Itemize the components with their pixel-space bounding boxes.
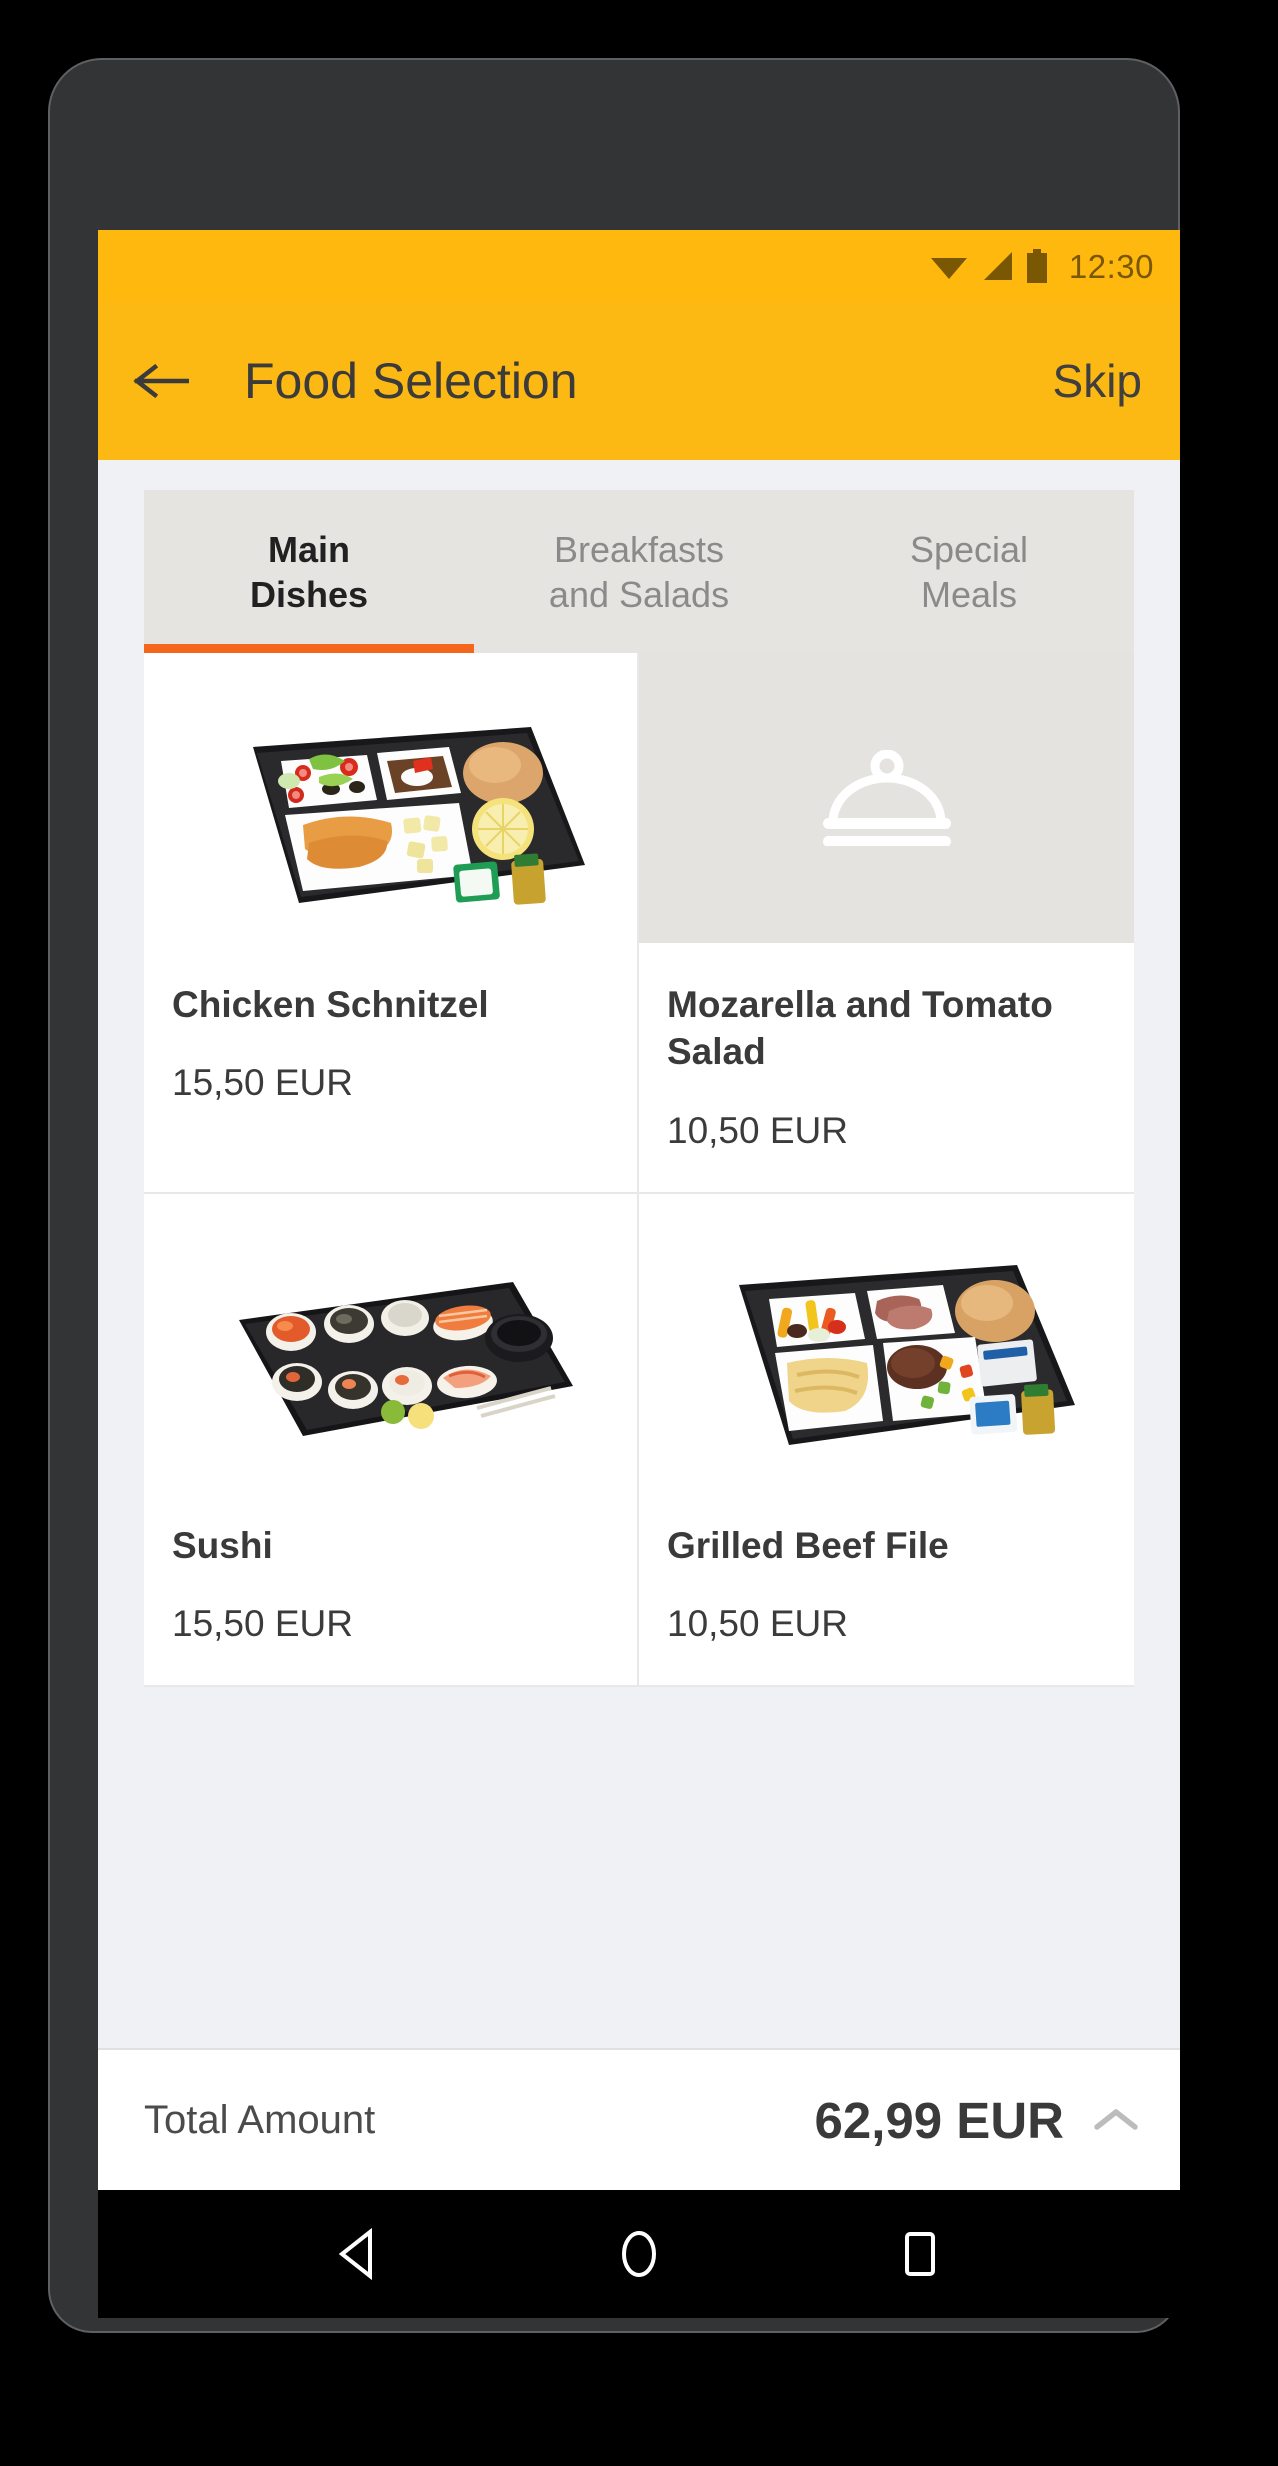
content-area: Main Dishes Breakfasts and Salads Specia… — [98, 460, 1180, 2190]
category-tab-bar: Main Dishes Breakfasts and Salads Specia… — [144, 490, 1134, 653]
tab-breakfasts-and-salads[interactable]: Breakfasts and Salads — [474, 490, 804, 653]
android-nav-bar — [98, 2190, 1180, 2318]
dish-name: Chicken Schnitzel — [172, 984, 489, 1025]
back-arrow-icon[interactable] — [128, 348, 194, 414]
nav-back-triangle-icon[interactable] — [323, 2219, 393, 2289]
tab-label-line1: Main — [267, 528, 350, 570]
tab-label-line2: Meals — [920, 573, 1018, 615]
dish-card[interactable]: Chicken Schnitzel 15,50 EUR — [144, 653, 639, 1194]
dish-price: 15,50 EUR — [172, 1603, 353, 1645]
tab-label-line1: Breakfasts — [553, 528, 725, 570]
tab-main-dishes[interactable]: Main Dishes — [144, 490, 474, 653]
skip-button[interactable]: Skip — [1049, 344, 1146, 418]
airline-meal-tray-beef-photo — [676, 1214, 1097, 1475]
dish-name: Grilled Beef File — [667, 1524, 949, 1566]
dish-price: 10,50 EUR — [667, 1603, 848, 1645]
dish-card[interactable]: Mozarella and Tomato Salad 10,50 EUR — [639, 653, 1134, 1194]
page-title: Food Selection — [244, 353, 578, 409]
sushi-tray-photo — [180, 1219, 601, 1470]
tab-label-line1: Special — [909, 528, 1029, 570]
dish-card[interactable]: Grilled Beef File 10,50 EUR — [639, 1193, 1134, 1688]
dish-name: Mozarella and Tomato Salad — [667, 984, 1053, 1073]
nav-recents-square-icon[interactable] — [885, 2219, 955, 2289]
wifi-icon — [929, 254, 969, 279]
chevron-up-icon[interactable] — [1092, 2096, 1140, 2144]
total-amount-bar[interactable]: Total Amount 62,99 EUR — [98, 2048, 1180, 2190]
dish-grid: Chicken Schnitzel 15,50 EUR Mozarella an… — [144, 653, 1134, 1688]
tab-special-meals[interactable]: Special Meals — [804, 490, 1134, 653]
dish-thumbnail — [639, 1194, 1134, 1484]
tab-label-line2: Dishes — [249, 573, 369, 615]
dish-info: Grilled Beef File 10,50 EUR — [639, 1484, 1134, 1685]
phone-frame: 12:30 Food Selection Skip Main Dishes Br… — [48, 58, 1180, 2333]
dish-price: 10,50 EUR — [667, 1109, 848, 1151]
dish-info: Chicken Schnitzel 15,50 EUR — [144, 943, 637, 1144]
cellular-signal-icon — [982, 250, 1014, 282]
dish-price: 15,50 EUR — [172, 1062, 353, 1104]
dish-info: Mozarella and Tomato Salad 10,50 EUR — [639, 943, 1134, 1192]
battery-icon — [1026, 249, 1047, 283]
app-bar: Food Selection Skip — [98, 302, 1180, 460]
status-clock: 12:30 — [1068, 247, 1154, 285]
dish-name: Sushi — [172, 1524, 273, 1566]
total-amount-label: Total Amount — [144, 2097, 376, 2142]
dish-info: Sushi 15,50 EUR — [144, 1484, 637, 1685]
dish-thumbnail — [144, 653, 637, 943]
dish-card[interactable]: Sushi 15,50 EUR — [144, 1193, 639, 1688]
dish-scroll-area[interactable]: Main Dishes Breakfasts and Salads Specia… — [98, 460, 1180, 2048]
tab-label-line2: and Salads — [548, 573, 730, 615]
total-amount-value: 62,99 EUR — [814, 2091, 1064, 2149]
nav-home-circle-icon[interactable] — [604, 2219, 674, 2289]
dish-thumbnail — [144, 1194, 637, 1484]
airline-meal-tray-schnitzel-photo — [180, 669, 601, 939]
status-bar: 12:30 — [98, 230, 1180, 302]
food-cloche-placeholder-icon — [639, 653, 1134, 943]
status-icons: 12:30 — [929, 249, 1154, 283]
dish-thumbnail — [639, 653, 1134, 943]
phone-screen: 12:30 Food Selection Skip Main Dishes Br… — [98, 230, 1180, 2190]
